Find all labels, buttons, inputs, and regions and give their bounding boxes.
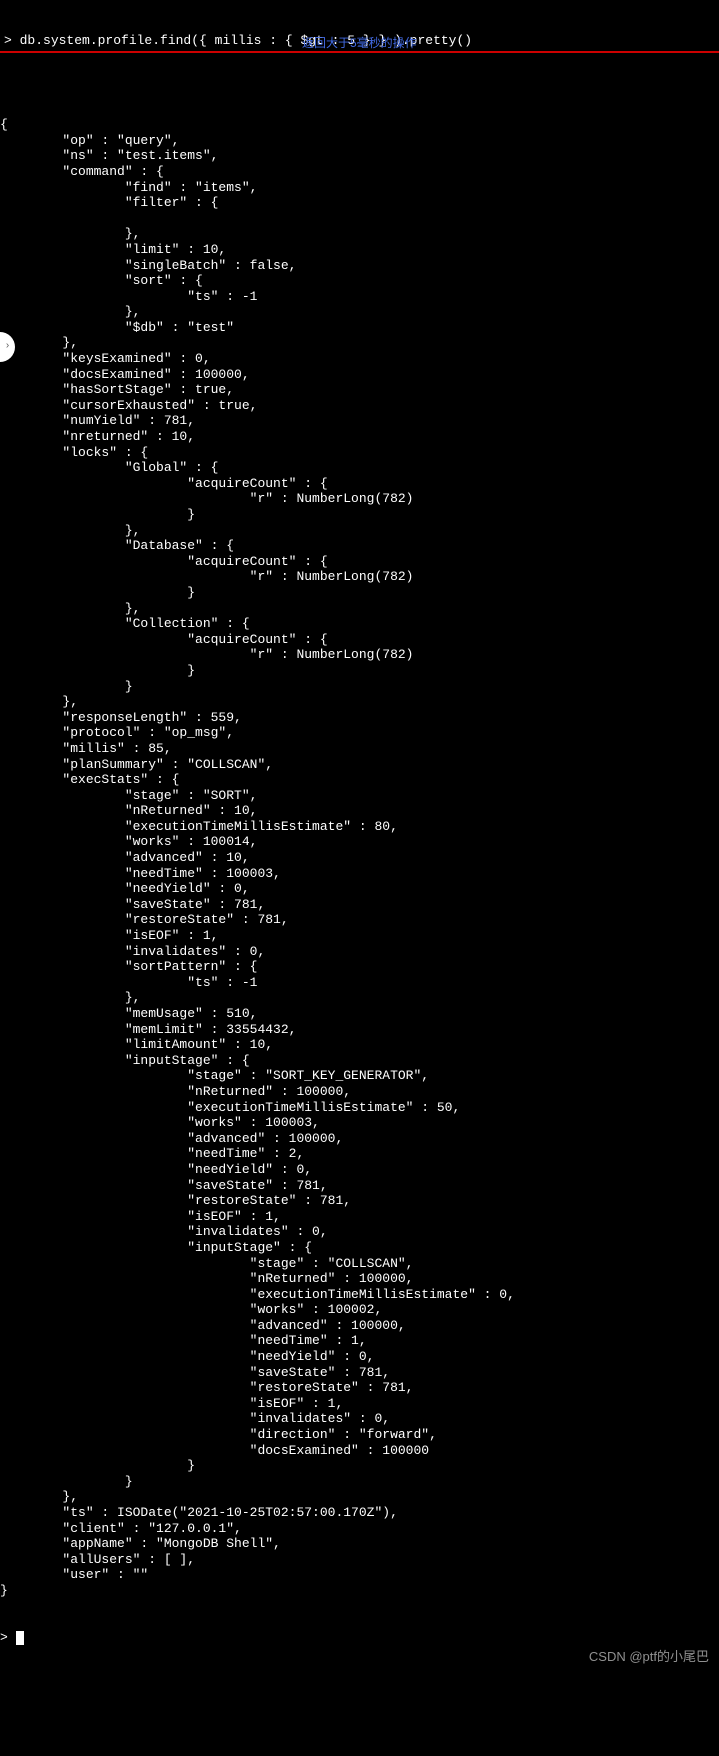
watermark-text: CSDN @ptf的小尾巴 xyxy=(589,1649,709,1665)
json-output: { "op" : "query", "ns" : "test.items", "… xyxy=(0,117,719,1598)
prompt-prefix: > xyxy=(4,33,20,48)
prompt-text: > xyxy=(0,1630,16,1645)
annotation-text: 返回大于5毫秒的操作 xyxy=(302,36,417,50)
end-prompt[interactable]: > xyxy=(0,1630,719,1646)
terminal-output[interactable]: > db.system.profile.find({ millis : { $g… xyxy=(0,0,719,1677)
cursor xyxy=(16,1631,24,1645)
